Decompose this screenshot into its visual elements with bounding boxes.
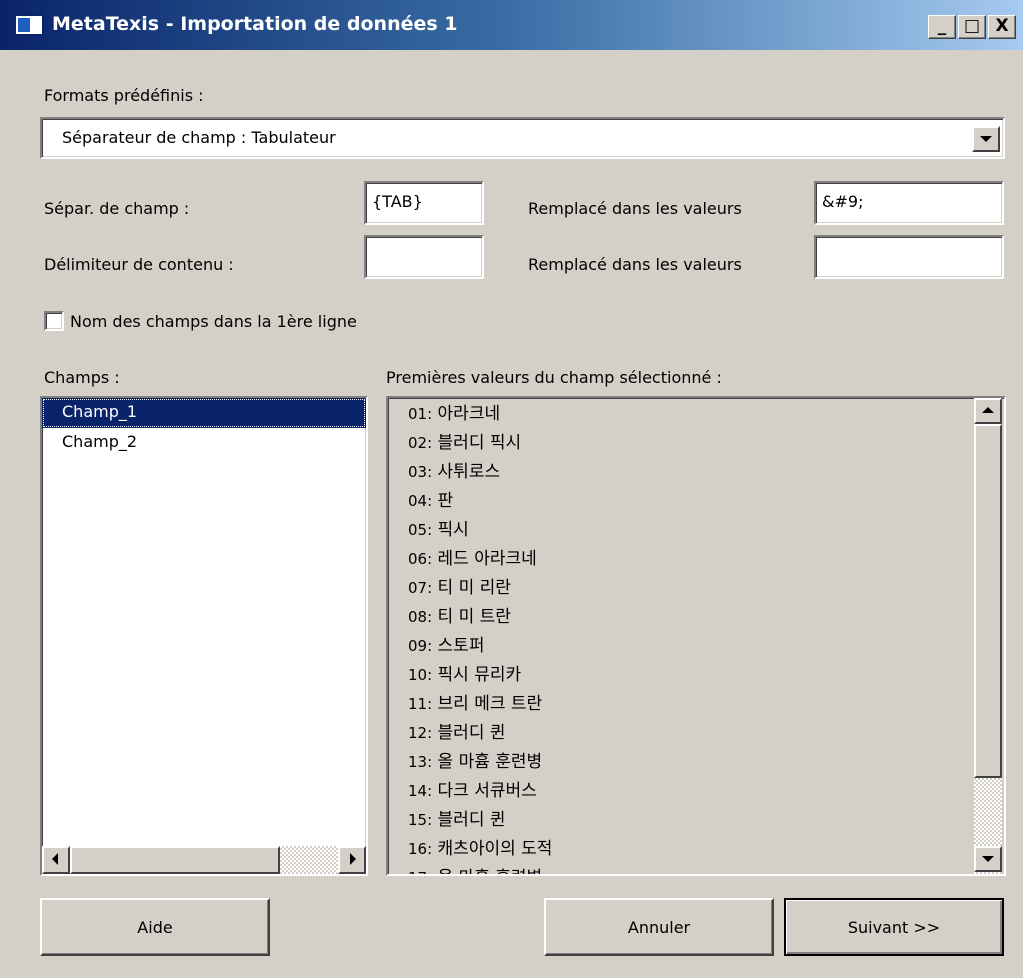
formats-select[interactable]: Séparateur de champ : Tabulateur	[40, 117, 1005, 159]
value-item: 03: 사튀로스	[388, 458, 1004, 487]
value-index: 01:	[408, 405, 433, 423]
fields-listbox[interactable]: Champ_1 Champ_2	[40, 396, 368, 876]
value-index: 09:	[408, 637, 433, 655]
value-item: 12: 블러디 퀸	[388, 719, 1004, 748]
value-index: 06:	[408, 550, 433, 568]
value-text: 아라크네	[437, 404, 501, 424]
minimize-button[interactable]: _	[928, 15, 956, 39]
maximize-button[interactable]: □	[958, 15, 986, 39]
values-listbox[interactable]: 01: 아라크네 02: 블러디 픽시 03: 사튀로스 04: 판 05: 픽시 06:…	[386, 396, 1006, 876]
value-item: 11: 브리 메크 트란	[388, 690, 1004, 719]
fields-hscrollbar[interactable]	[42, 846, 366, 874]
field-item-champ-2[interactable]: Champ_2	[42, 428, 366, 458]
value-text: 픽시 뮤리카	[437, 665, 522, 685]
separator-replace-label: Remplacé dans les valeurs	[528, 199, 742, 218]
value-item: 13: 올 마흄 훈련병	[388, 748, 1004, 777]
value-index: 16:	[408, 840, 433, 858]
value-item: 07: 티 미 리란	[388, 574, 1004, 603]
scroll-left-icon[interactable]	[42, 846, 70, 874]
header-row-checkbox-label[interactable]: Nom des champs dans la 1ère ligne	[70, 312, 357, 331]
value-index: 07:	[408, 579, 433, 597]
value-index: 02:	[408, 434, 433, 452]
value-text: 픽시	[437, 520, 469, 540]
value-item: 14: 다크 서큐버스	[388, 777, 1004, 806]
close-button[interactable]: X	[988, 15, 1016, 39]
formats-select-value: Séparateur de champ : Tabulateur	[62, 128, 336, 147]
dropdown-arrow-icon[interactable]	[972, 126, 1000, 152]
value-index: 11:	[408, 695, 433, 713]
value-item: 02: 블러디 픽시	[388, 429, 1004, 458]
value-index: 05:	[408, 521, 433, 539]
values-label: Premières valeurs du champ sélectionné :	[386, 368, 722, 387]
value-item: 10: 픽시 뮤리카	[388, 661, 1004, 690]
fields-hscroll-thumb[interactable]	[70, 846, 280, 874]
value-index: 08:	[408, 608, 433, 626]
formats-label: Formats prédéfinis :	[44, 86, 204, 105]
value-item: 08: 티 미 트란	[388, 603, 1004, 632]
value-text: 캐츠아이의 도적	[437, 839, 553, 859]
value-item: 06: 레드 아라크네	[388, 545, 1004, 574]
next-button[interactable]: Suivant >>	[784, 898, 1004, 956]
value-item: 05: 픽시	[388, 516, 1004, 545]
scroll-up-icon[interactable]	[974, 398, 1002, 424]
value-item: 09: 스토퍼	[388, 632, 1004, 661]
help-button[interactable]: Aide	[40, 898, 270, 956]
value-text: 판	[437, 491, 454, 511]
separator-label: Sépar. de champ :	[44, 199, 190, 218]
value-index: 13:	[408, 753, 433, 771]
value-index: 12:	[408, 724, 433, 742]
value-index: 14:	[408, 782, 433, 800]
header-row-checkbox[interactable]	[44, 311, 64, 331]
scroll-down-icon[interactable]	[974, 846, 1002, 872]
app-icon	[14, 14, 44, 36]
fields-label: Champs :	[44, 368, 120, 387]
field-item-champ-1[interactable]: Champ_1	[42, 398, 366, 428]
value-text: 레드 아라크네	[437, 549, 537, 569]
value-index: 17:	[408, 869, 432, 874]
value-text: 브리 메크 트란	[437, 694, 543, 714]
delimiter-label: Délimiteur de contenu :	[44, 255, 234, 274]
separator-replace-value: &#9;	[822, 192, 864, 211]
value-index: 03:	[408, 463, 433, 481]
window-title: MetaTexis - Importation de données 1	[52, 13, 458, 35]
scroll-right-icon[interactable]	[338, 846, 366, 874]
separator-input-value: {TAB}	[372, 192, 423, 211]
value-index: 15:	[408, 811, 433, 829]
delimiter-replace-label: Remplacé dans les valeurs	[528, 255, 742, 274]
delimiter-input[interactable]	[364, 235, 484, 279]
values-vscroll-thumb[interactable]	[974, 424, 1002, 778]
value-text: 블러디 퀸	[437, 810, 506, 830]
value-text: 스토퍼	[437, 636, 485, 656]
value-item: 01: 아라크네	[388, 400, 1004, 429]
value-text: 올 마흄 훈련병	[438, 868, 543, 874]
value-item: 15: 블러디 퀸	[388, 806, 1004, 835]
value-item: 17: 올 마흄 훈련병	[388, 864, 1004, 874]
delimiter-replace-input[interactable]	[814, 235, 1004, 279]
value-index: 04:	[408, 492, 433, 510]
value-text: 블러디 퀸	[437, 723, 506, 743]
values-vscrollbar[interactable]	[974, 398, 1002, 874]
cancel-button[interactable]: Annuler	[544, 898, 774, 956]
value-item: 04: 판	[388, 487, 1004, 516]
value-text: 블러디 픽시	[437, 433, 522, 453]
value-text: 사튀로스	[437, 462, 501, 482]
value-text: 다크 서큐버스	[437, 781, 537, 801]
value-index: 10:	[408, 666, 433, 684]
separator-input[interactable]: {TAB}	[364, 181, 484, 225]
value-text: 티 미 트란	[437, 607, 511, 627]
value-item: 16: 캐츠아이의 도적	[388, 835, 1004, 864]
value-text: 올 마흄 훈련병	[437, 752, 543, 772]
separator-replace-input[interactable]: &#9;	[814, 181, 1004, 225]
values-list: 01: 아라크네 02: 블러디 픽시 03: 사튀로스 04: 판 05: 픽시 06:…	[388, 398, 1004, 874]
value-text: 티 미 리란	[437, 578, 511, 598]
